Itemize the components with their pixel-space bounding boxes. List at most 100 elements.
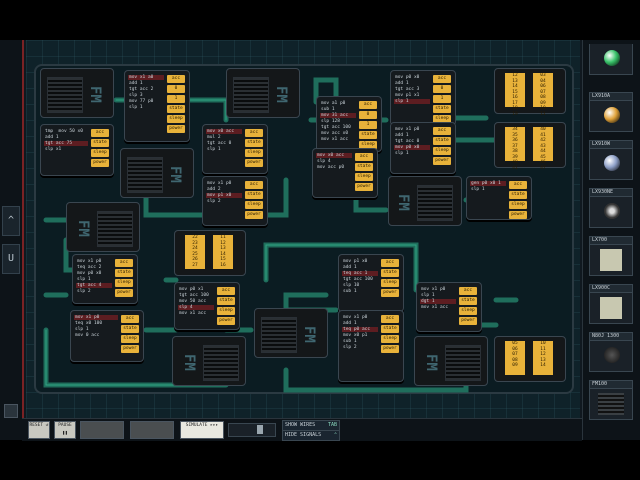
register-power-readout: power bbox=[509, 211, 527, 219]
code-listing[interactable]: mov p0 x1 tgt acc 100 mov 50 acc slp 4 m… bbox=[179, 287, 209, 317]
ram-column: 22 23 24 25 26 27 bbox=[185, 235, 205, 269]
register-buttons: acc state sleep power bbox=[245, 181, 263, 219]
code-listing[interactable]: mov p0 x0 add 1 tgt acc 3 mov p1 x1 slp … bbox=[395, 75, 419, 105]
microcontroller-chip[interactable]: tmp mov 50 x0 add 1 tgt acc 75 slp x1 acc… bbox=[40, 124, 114, 176]
code-listing[interactable]: gen p0 x0 1 slp 1 bbox=[471, 181, 501, 193]
register-acc-readout: acc bbox=[359, 101, 377, 109]
microcontroller-chip[interactable]: mov p1 x0 add 1 teq acc 1 tgt acc 100 sl… bbox=[338, 254, 404, 312]
ram-module[interactable]: 05 06 07 08 09 10 11 12 13 14 bbox=[494, 336, 566, 382]
fm-label: FM bbox=[181, 353, 197, 371]
step-button[interactable] bbox=[80, 421, 124, 439]
part-n80j-1300[interactable]: N80J 1300 bbox=[589, 332, 633, 372]
led-icon bbox=[604, 155, 620, 171]
code-listing[interactable]: mov x1 a0 add 1 tgt acc 2 slp 3 mov 77 p… bbox=[129, 75, 153, 111]
register-state-readout: state bbox=[91, 139, 109, 147]
pause-button[interactable]: PAUSE ❚❚ bbox=[54, 421, 76, 439]
register-acc-readout: acc bbox=[91, 129, 109, 137]
fm-module[interactable]: FM bbox=[66, 202, 140, 252]
scroll-up-tab[interactable]: ^ bbox=[2, 206, 20, 236]
part-preview bbox=[589, 293, 633, 324]
speaker-grill-icon bbox=[47, 77, 83, 113]
code-listing[interactable]: mov a1 p0 sub 1 mov 31 acc slp 128 tgt a… bbox=[321, 101, 351, 143]
undo-tab[interactable]: U bbox=[2, 244, 20, 274]
step-forward-button[interactable] bbox=[130, 421, 174, 439]
register-buttons: acc state sleep power bbox=[91, 129, 109, 167]
fm-module[interactable]: FM bbox=[414, 336, 488, 386]
code-listing[interactable]: mov x0 acc slp 4 mov acc p0 bbox=[317, 153, 344, 171]
ram-column: 12 13 14 15 16 17 18 19 bbox=[505, 73, 525, 117]
register-sleep-readout: sleep bbox=[217, 307, 235, 315]
ram-column: 05 06 07 08 09 bbox=[505, 341, 525, 375]
register-state-readout: state bbox=[115, 269, 133, 277]
ram-module[interactable]: 12 13 14 15 16 17 18 19 03 04 06 07 08 0… bbox=[494, 68, 566, 117]
speaker-grill-icon bbox=[417, 185, 453, 221]
speaker-grill-icon bbox=[445, 345, 481, 381]
register-acc-readout: acc bbox=[245, 129, 263, 137]
code-listing[interactable]: mov x1 p0 add 2 mov p1 x0 slp 2 bbox=[207, 181, 231, 205]
microcontroller-chip[interactable]: mov p0 x1 tgt acc 100 mov 50 acc slp 4 m… bbox=[174, 282, 240, 330]
part-lx700[interactable]: LX700 bbox=[589, 236, 633, 276]
register-sleep-readout: sleep bbox=[91, 149, 109, 157]
microcontroller-chip[interactable]: mov x1 p0 add 2 mov p1 x0 slp 2 acc state s… bbox=[202, 176, 268, 226]
code-listing[interactable]: mov x1 p0 slp 1 dgt 1 mov x1 acc bbox=[421, 287, 448, 311]
fm-label: FM bbox=[273, 85, 289, 103]
register-acc-readout: acc bbox=[245, 181, 263, 189]
microcontroller-chip[interactable]: mov x1 p0 slp 1 dgt 1 mov x1 acc acc state… bbox=[416, 282, 482, 332]
fm-module[interactable]: FM bbox=[388, 176, 462, 226]
microcontroller-chip[interactable]: mov a1 p0 sub 1 mov 31 acc slp 128 tgt a… bbox=[316, 96, 382, 159]
microcontroller-chip[interactable]: mov x1 p0 add 1 tgt acc 0 mov p0 x0 slp … bbox=[390, 122, 456, 174]
simulate-button[interactable]: SIMULATE ▸▸▸ bbox=[180, 421, 224, 439]
fm-label: FM bbox=[301, 325, 317, 343]
code-listing[interactable]: mov x1 p0 add 1 tgt acc 0 mov p0 x0 slp … bbox=[395, 127, 419, 157]
fm-module[interactable]: FM bbox=[120, 148, 194, 198]
part-led[interactable] bbox=[589, 44, 633, 75]
fm-module[interactable]: FM bbox=[40, 68, 114, 118]
ram-column: 10 11 12 13 14 bbox=[533, 341, 553, 375]
fm-module[interactable]: FM bbox=[226, 68, 300, 118]
part-label: LX930NE bbox=[589, 188, 633, 197]
microcontroller-chip[interactable]: mov x1 p0 add 1 teq p0 acc mov x0 p1 sub… bbox=[338, 310, 404, 382]
part-label: LX700 bbox=[589, 236, 633, 245]
speaker-grill-icon bbox=[261, 317, 297, 353]
code-listing[interactable]: tmp mov 50 x0 add 1 tgt acc 75 slp x1 bbox=[45, 129, 83, 153]
fm-label: FM bbox=[423, 353, 439, 371]
register-power-readout: power bbox=[459, 317, 477, 325]
code-listing[interactable]: mov p1 x0 add 1 teq acc 1 tgt acc 100 sl… bbox=[343, 259, 373, 295]
register-buttons: acc state sleep power bbox=[245, 129, 263, 167]
hide-signals-toggle[interactable]: HIDE SIGNALS ⌃ bbox=[282, 430, 340, 441]
register-power-readout: power bbox=[381, 289, 399, 297]
display-panel-icon bbox=[600, 297, 622, 319]
part-lx900c[interactable]: LX900C bbox=[589, 284, 633, 324]
fm-module[interactable]: FM bbox=[254, 308, 328, 358]
code-listing[interactable]: mov x1 p0 teq x0 100 slp 1 mov 0 acc bbox=[75, 315, 102, 339]
code-listing[interactable]: mov x1 p0 teq acc 2 mov p0 x0 slp 1 tgt … bbox=[77, 259, 101, 295]
register-acc-readout: acc bbox=[381, 315, 399, 323]
part-lx910a[interactable]: LX910A bbox=[589, 92, 633, 132]
display-panel-icon bbox=[600, 249, 622, 271]
ram-module[interactable]: 34 35 36 37 38 39 40 41 40 41 42 43 44 4… bbox=[494, 122, 566, 171]
speed-slider[interactable] bbox=[228, 423, 276, 437]
code-listing[interactable]: mov x0 acc mul 2 tgt acc 0 slp 1 bbox=[207, 129, 234, 153]
register-1-readout: 1 bbox=[359, 121, 377, 129]
ram-module[interactable]: 22 23 24 25 26 27 11 12 13 14 15 16 bbox=[174, 230, 246, 276]
reset-button[interactable]: RESET ↺ bbox=[28, 421, 50, 439]
register-buttons: acc state sleep power bbox=[381, 259, 399, 297]
microcontroller-chip[interactable]: mov x1 a0 add 1 tgt acc 2 slp 3 mov 77 p… bbox=[124, 70, 190, 142]
slider-handle[interactable] bbox=[257, 425, 263, 434]
microcontroller-chip[interactable]: mov x0 acc mul 2 tgt acc 0 slp 1 acc state… bbox=[202, 124, 268, 174]
menu-icon[interactable] bbox=[4, 404, 18, 418]
part-lx910w[interactable]: LX910W bbox=[589, 140, 633, 180]
microcontroller-chip[interactable]: gen p0 x0 1 slp 1 acc state sleep power bbox=[466, 176, 532, 220]
part-fm100[interactable]: FM100 bbox=[589, 380, 633, 420]
speaker-grill-icon bbox=[127, 157, 163, 193]
microcontroller-chip[interactable]: mov x0 acc slp 4 mov acc p0 acc state sleep… bbox=[312, 148, 378, 198]
part-preview bbox=[589, 197, 633, 228]
code-listing[interactable]: mov x1 p0 add 1 teq p0 acc mov x0 p1 sub… bbox=[343, 315, 370, 351]
register-sleep-readout: sleep bbox=[381, 279, 399, 287]
microcontroller-chip[interactable]: mov x1 p0 teq x0 100 slp 1 mov 0 acc acc s… bbox=[70, 310, 144, 362]
circuit-board[interactable]: FM FM FM FM FM FM FM FM 12 13 14 15 16 1… bbox=[26, 40, 580, 418]
microcontroller-chip[interactable]: mov x1 p0 teq acc 2 mov p0 x0 slp 1 tgt … bbox=[72, 254, 138, 304]
part-lx930ne[interactable]: LX930NE bbox=[589, 188, 633, 228]
fm-module[interactable]: FM bbox=[172, 336, 246, 386]
microcontroller-chip[interactable]: mov p0 x0 add 1 tgt acc 3 mov p1 x1 slp … bbox=[390, 70, 456, 133]
